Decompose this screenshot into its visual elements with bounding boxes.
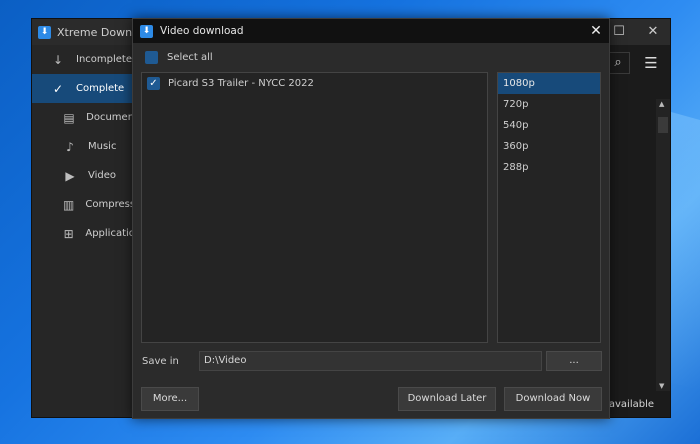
- sidebar-item-video[interactable]: ▶ Video: [32, 161, 132, 190]
- dialog-titlebar: ⬇ Video download: [133, 19, 609, 43]
- video-download-dialog: ⬇ Video download ✕ Select all ✓ Picard S…: [132, 18, 610, 419]
- quality-option-288p[interactable]: 288p: [498, 157, 600, 178]
- quality-option-1080p[interactable]: 1080p: [498, 73, 600, 94]
- sidebar-item-label: Incomplete: [76, 54, 132, 65]
- select-all-checkbox-box[interactable]: [145, 51, 158, 64]
- dialog-title: Video download: [160, 25, 244, 37]
- application-grid-icon: ⊞: [63, 226, 74, 241]
- quality-option-360p[interactable]: 360p: [498, 136, 600, 157]
- document-icon: ▤: [63, 110, 75, 125]
- sidebar-item-music[interactable]: ♪ Music: [32, 132, 132, 161]
- app-download-icon: ⬇: [38, 25, 51, 39]
- scrollbar-thumb[interactable]: [658, 117, 668, 133]
- sidebar-item-label: Document: [86, 112, 132, 123]
- select-all-label: Select all: [167, 52, 213, 63]
- download-now-button[interactable]: Download Now: [504, 387, 602, 411]
- browse-folder-button[interactable]: ...: [546, 351, 602, 371]
- sidebar-item-label: Video: [88, 170, 117, 181]
- video-list-item[interactable]: ✓ Picard S3 Trailer - NYCC 2022: [142, 73, 487, 93]
- sidebar-item-label: Complete: [76, 83, 125, 94]
- category-sidebar: ↓ Incomplete ✓ Complete ▤ Document ♪ Mus…: [32, 45, 132, 417]
- scroll-down-arrow-icon[interactable]: ▼: [659, 382, 664, 390]
- download-later-button[interactable]: Download Later: [398, 387, 496, 411]
- more-button[interactable]: More...: [141, 387, 199, 411]
- sidebar-item-application[interactable]: ⊞ Application: [32, 219, 132, 248]
- app-close-icon[interactable]: ✕: [636, 19, 670, 45]
- sidebar-item-incomplete[interactable]: ↓ Incomplete: [32, 45, 132, 74]
- music-note-icon: ♪: [66, 139, 74, 154]
- checkmark-icon: ✓: [52, 81, 64, 96]
- arrow-down-icon: ↓: [52, 52, 64, 67]
- video-checkbox[interactable]: ✓: [147, 76, 160, 90]
- select-all-checkbox[interactable]: Select all: [145, 51, 213, 64]
- archive-icon: ▥: [63, 197, 75, 212]
- sidebar-item-document[interactable]: ▤ Document: [32, 103, 132, 132]
- video-title: Picard S3 Trailer - NYCC 2022: [168, 77, 314, 89]
- quality-option-540p[interactable]: 540p: [498, 115, 600, 136]
- scroll-up-arrow-icon[interactable]: ▲: [659, 100, 664, 108]
- sidebar-item-complete[interactable]: ✓ Complete: [32, 74, 132, 103]
- quality-list: 1080p 720p 540p 360p 288p: [497, 72, 601, 343]
- download-list-scrollbar[interactable]: ▲ ▼: [656, 99, 670, 391]
- download-icon: ⬇: [140, 24, 153, 38]
- menu-icon[interactable]: ☰: [640, 51, 662, 75]
- sidebar-item-label: Application: [85, 228, 132, 239]
- video-play-icon: ▶: [65, 168, 75, 183]
- sidebar-item-label: Music: [88, 141, 117, 152]
- sidebar-item-compressed[interactable]: ▥ Compresse: [32, 190, 132, 219]
- video-list: ✓ Picard S3 Trailer - NYCC 2022: [141, 72, 488, 343]
- quality-option-720p[interactable]: 720p: [498, 94, 600, 115]
- dialog-close-button[interactable]: ✕: [583, 19, 609, 43]
- save-in-path-field[interactable]: D:\Video: [199, 351, 542, 371]
- sidebar-item-label: Compresse: [85, 199, 132, 210]
- save-in-label: Save in: [142, 356, 179, 367]
